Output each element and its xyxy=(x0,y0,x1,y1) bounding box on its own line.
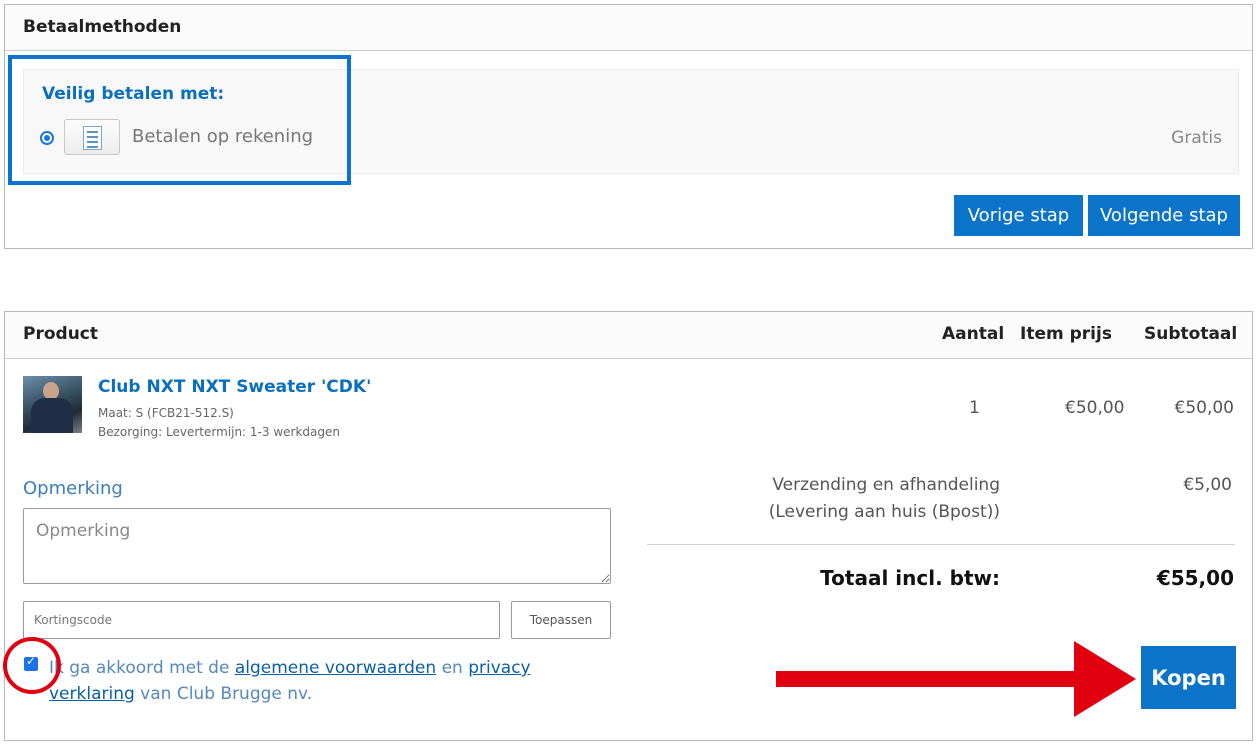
annotation-circle xyxy=(3,637,61,694)
shipping-label: Verzending en afhandeling (Levering aan … xyxy=(768,475,1000,522)
terms-agreement-text: Ik ga akkoord met de algemene voorwaarde… xyxy=(49,658,531,704)
remark-textarea[interactable] xyxy=(23,508,611,584)
column-product: Product xyxy=(23,324,98,344)
item-quantity: 1 xyxy=(969,398,980,418)
shipping-price: €5,00 xyxy=(1183,475,1232,495)
payment-methods-header: Betaalmethoden xyxy=(5,5,1252,51)
totals-divider xyxy=(647,544,1235,545)
total-price: €55,00 xyxy=(1156,566,1234,590)
item-subtotal: €50,00 xyxy=(1174,398,1234,418)
item-unit-price: €50,00 xyxy=(1065,398,1125,418)
remark-label: Opmerking xyxy=(23,478,123,499)
arrow-right-icon xyxy=(776,641,1136,717)
apply-coupon-button[interactable]: Toepassen xyxy=(511,601,611,639)
column-subtotal: Subtotaal xyxy=(1144,324,1238,344)
payment-method-price: Gratis xyxy=(1171,128,1222,148)
product-delivery: Bezorging: Levertermijn: 1-3 werkdagen xyxy=(98,425,340,439)
payment-methods-title: Betaalmethoden xyxy=(23,17,182,37)
product-thumbnail[interactable] xyxy=(23,376,82,433)
terms-link[interactable]: algemene voorwaarden xyxy=(235,658,436,678)
previous-step-button[interactable]: Vorige stap xyxy=(954,195,1083,236)
column-unit-price: Item prijs xyxy=(1020,324,1112,344)
total-label: Totaal incl. btw: xyxy=(820,566,1000,590)
highlight-box xyxy=(8,55,351,185)
column-quantity: Aantal xyxy=(942,324,1005,344)
cart-panel: Product Aantal Item prijs Subtotaal Club… xyxy=(3,311,1253,741)
coupon-input[interactable] xyxy=(23,601,500,639)
next-step-button[interactable]: Volgende stap xyxy=(1088,195,1240,236)
buy-button[interactable]: Kopen xyxy=(1141,646,1236,709)
product-name-link[interactable]: Club NXT NXT Sweater 'CDK' xyxy=(98,377,371,397)
product-size: Maat: S (FCB21-512.S) xyxy=(98,406,234,420)
cart-table-header: Product Aantal Item prijs Subtotaal xyxy=(5,312,1252,359)
